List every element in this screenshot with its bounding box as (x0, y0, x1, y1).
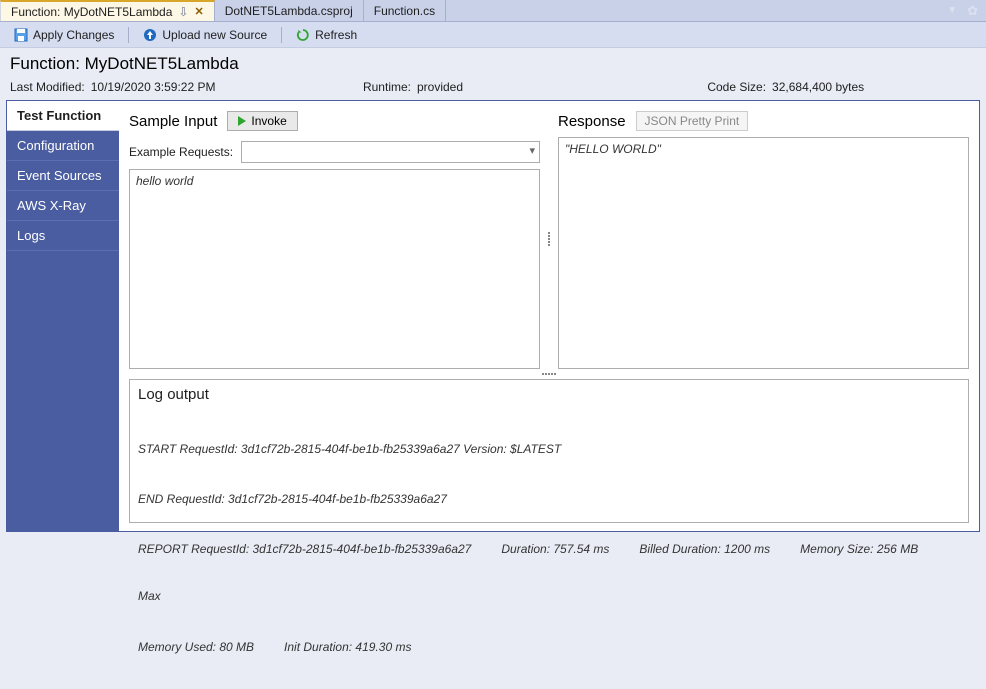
sidebar-filler (7, 251, 119, 531)
close-icon[interactable]: ✕ (194, 5, 203, 18)
tab-csproj[interactable]: DotNET5Lambda.csproj (215, 0, 364, 21)
toolbar-label: Refresh (315, 28, 357, 42)
test-row: Sample Input Invoke Example Requests: he… (129, 109, 969, 369)
sidebar-item-aws-xray[interactable]: AWS X-Ray (7, 191, 119, 221)
log-report-line: REPORT RequestId: 3d1cf72b-2815-404f-be1… (138, 541, 960, 605)
response-panel: Response JSON Pretty Print "HELLO WORLD" (558, 109, 969, 369)
dropdown-icon[interactable]: ▼ (947, 5, 957, 16)
log-line: END RequestId: 3d1cf72b-2815-404f-be1b-f… (138, 491, 960, 508)
separator (128, 27, 129, 43)
sample-input-textarea[interactable]: hello world (129, 169, 540, 369)
tab-function[interactable]: Function: MyDotNET5Lambda ⇩ ✕ (0, 0, 215, 21)
function-meta: Last Modified: 10/19/2020 3:59:22 PM Run… (0, 76, 986, 100)
response-heading: Response (558, 113, 626, 130)
last-modified-value: 10/19/2020 3:59:22 PM (91, 80, 216, 94)
tab-label: Function.cs (374, 4, 435, 18)
toolbar-label: Apply Changes (33, 28, 114, 42)
upload-icon (143, 28, 157, 42)
sample-input-panel: Sample Input Invoke Example Requests: he… (129, 109, 540, 369)
gear-icon[interactable]: ✿ (967, 3, 978, 19)
page-title: Function: MyDotNET5Lambda (10, 54, 976, 74)
last-modified-label: Last Modified: (10, 80, 85, 94)
sidebar-item-test-function[interactable]: Test Function (7, 101, 119, 131)
log-output-heading: Log output (138, 386, 960, 403)
log-trail-line: Memory Used: 80 MB Init Duration: 419.30… (138, 639, 960, 656)
toolbar: Apply Changes Upload new Source Refresh (0, 22, 986, 48)
function-header: Function: MyDotNET5Lambda (0, 48, 986, 76)
refresh-button[interactable]: Refresh (288, 26, 365, 44)
save-icon (14, 28, 28, 42)
runtime-value: provided (417, 80, 463, 94)
json-pretty-print-button[interactable]: JSON Pretty Print (636, 111, 749, 131)
play-icon (238, 116, 246, 126)
sidebar-item-configuration[interactable]: Configuration (7, 131, 119, 161)
tabbar-right: ▼ ✿ (947, 0, 986, 21)
runtime-label: Runtime: (363, 80, 411, 94)
main-panel: Test Function Configuration Event Source… (6, 100, 980, 532)
side-nav: Test Function Configuration Event Source… (7, 101, 119, 531)
log-body[interactable]: START RequestId: 3d1cf72b-2815-404f-be1b… (138, 407, 960, 689)
code-size-value: 32,684,400 bytes (772, 80, 864, 94)
pin-icon[interactable]: ⇩ (178, 5, 188, 19)
code-size-label: Code Size: (707, 80, 766, 94)
upload-source-button[interactable]: Upload new Source (135, 26, 275, 44)
sample-input-heading: Sample Input (129, 113, 217, 130)
toolbar-label: Upload new Source (162, 28, 267, 42)
sidebar-item-logs[interactable]: Logs (7, 221, 119, 251)
tab-label: DotNET5Lambda.csproj (225, 4, 353, 18)
refresh-icon (296, 28, 310, 42)
invoke-button[interactable]: Invoke (227, 111, 297, 131)
horizontal-splitter[interactable] (546, 109, 552, 369)
content-area: Sample Input Invoke Example Requests: he… (119, 101, 979, 531)
document-tabbar: Function: MyDotNET5Lambda ⇩ ✕ DotNET5Lam… (0, 0, 986, 22)
tab-label: Function: MyDotNET5Lambda (11, 5, 172, 19)
apply-changes-button[interactable]: Apply Changes (6, 26, 122, 44)
example-requests-combo[interactable] (241, 141, 540, 163)
separator (281, 27, 282, 43)
vertical-splitter[interactable] (129, 369, 969, 379)
log-output-panel: Log output START RequestId: 3d1cf72b-281… (129, 379, 969, 523)
log-line: START RequestId: 3d1cf72b-2815-404f-be1b… (138, 441, 960, 458)
sidebar-item-event-sources[interactable]: Event Sources (7, 161, 119, 191)
tab-function-cs[interactable]: Function.cs (364, 0, 446, 21)
example-requests-label: Example Requests: (129, 145, 233, 159)
response-textarea[interactable]: "HELLO WORLD" (558, 137, 969, 369)
